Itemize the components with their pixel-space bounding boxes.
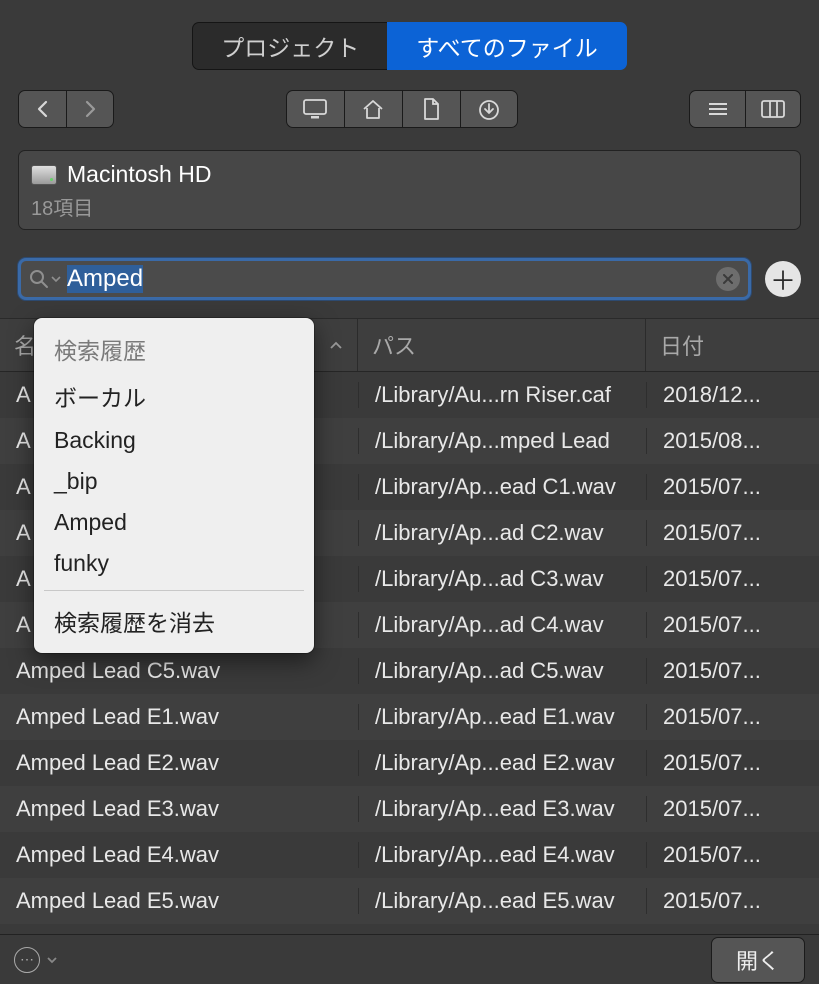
table-row[interactable]: Amped Lead E2.wav/Library/Ap...ead E2.wa… [0, 740, 819, 786]
search-menu-button[interactable] [29, 269, 61, 289]
chevron-down-icon [46, 955, 58, 965]
list-icon [706, 100, 730, 118]
search-input[interactable] [61, 265, 716, 293]
cell-date: 2015/07... [646, 704, 819, 730]
item-count: 18項目 [31, 192, 788, 221]
history-item[interactable]: funky [34, 543, 314, 584]
computer-button[interactable] [286, 90, 344, 128]
scope-tabs: プロジェクト すべてのファイル [0, 0, 819, 84]
chevron-left-icon [36, 100, 50, 118]
forward-button[interactable] [66, 90, 114, 128]
home-button[interactable] [344, 90, 402, 128]
back-button[interactable] [18, 90, 66, 128]
cell-path: /Library/Ap...ead E1.wav [358, 704, 646, 730]
location-title: Macintosh HD [67, 161, 211, 188]
actions-menu-button[interactable]: ⋯ [14, 947, 40, 973]
search-history-dropdown: 検索履歴 ボーカルBacking_bipAmpedfunky 検索履歴を消去 [34, 318, 314, 653]
cell-path: /Library/Ap...ead E3.wav [358, 796, 646, 822]
cell-path: /Library/Ap...ad C5.wav [358, 658, 646, 684]
chevron-right-icon [83, 100, 97, 118]
history-item[interactable]: _bip [34, 461, 314, 502]
table-row[interactable]: Amped Lead C5.wav/Library/Ap...ad C5.wav… [0, 648, 819, 694]
open-button[interactable]: 開く [711, 937, 805, 983]
cell-path: /Library/Ap...ad C4.wav [358, 612, 646, 638]
table-row[interactable]: Amped Lead E3.wav/Library/Ap...ead E3.wa… [0, 786, 819, 832]
clear-history-item[interactable]: 検索履歴を消去 [34, 597, 314, 645]
document-icon [421, 97, 441, 121]
toolbar [0, 84, 819, 140]
table-row[interactable]: Amped Lead E4.wav/Library/Ap...ead E4.wa… [0, 832, 819, 878]
cell-path: /Library/Ap...ead E4.wav [358, 842, 646, 868]
cell-path: /Library/Ap...ad C2.wav [358, 520, 646, 546]
clear-search-button[interactable] [716, 267, 740, 291]
tab-project[interactable]: プロジェクト [192, 22, 387, 70]
cell-path: /Library/Au...rn Riser.caf [358, 382, 646, 408]
location-bar: Macintosh HD 18項目 [18, 150, 801, 230]
cell-path: /Library/Ap...ead C1.wav [358, 474, 646, 500]
cell-date: 2015/07... [646, 474, 819, 500]
separator [44, 590, 304, 591]
cell-date: 2015/07... [646, 612, 819, 638]
tab-all-files[interactable]: すべてのファイル [387, 22, 626, 70]
cell-path: /Library/Ap...ad C3.wav [358, 566, 646, 592]
x-icon [723, 274, 733, 284]
cell-path: /Library/Ap...mped Lead [358, 428, 646, 454]
cell-date: 2015/07... [646, 658, 819, 684]
column-header-name-label: 名 [14, 329, 36, 361]
table-row[interactable]: Amped Lead E5.wav/Library/Ap...ead E5.wa… [0, 878, 819, 924]
list-view-button[interactable] [689, 90, 745, 128]
history-item[interactable]: Backing [34, 420, 314, 461]
add-button[interactable]: ＋ [765, 261, 801, 297]
cell-date: 2015/07... [646, 796, 819, 822]
column-header-path[interactable]: パス [358, 319, 646, 371]
cell-date: 2018/12... [646, 382, 819, 408]
history-item[interactable]: ボーカル [34, 372, 314, 420]
ellipsis-icon: ⋯ [20, 951, 34, 968]
cell-date: 2015/07... [646, 566, 819, 592]
cell-name: Amped Lead C5.wav [0, 658, 358, 684]
table-row[interactable]: Amped Lead E1.wav/Library/Ap...ead E1.wa… [0, 694, 819, 740]
chevron-down-icon [51, 275, 61, 283]
monitor-icon [302, 98, 328, 120]
plus-icon: ＋ [770, 261, 796, 298]
cell-date: 2015/07... [646, 520, 819, 546]
cell-name: Amped Lead E1.wav [0, 704, 358, 730]
bookmarks-button[interactable] [460, 90, 518, 128]
cell-name: Amped Lead E5.wav [0, 888, 358, 914]
dropdown-heading: 検索履歴 [34, 326, 314, 372]
cell-name: Amped Lead E2.wav [0, 750, 358, 776]
project-folder-button[interactable] [402, 90, 460, 128]
footer: ⋯ 開く [0, 934, 819, 984]
cell-path: /Library/Ap...ead E2.wav [358, 750, 646, 776]
cell-date: 2015/07... [646, 842, 819, 868]
download-icon [476, 97, 502, 121]
cell-date: 2015/07... [646, 888, 819, 914]
home-icon [361, 98, 385, 120]
column-header-date[interactable]: 日付 [646, 319, 819, 371]
sort-asc-icon [329, 340, 343, 350]
cell-path: /Library/Ap...ead E5.wav [358, 888, 646, 914]
search-box[interactable] [18, 258, 751, 300]
cell-date: 2015/08... [646, 428, 819, 454]
history-item[interactable]: Amped [34, 502, 314, 543]
search-icon [29, 269, 49, 289]
columns-icon [760, 99, 786, 119]
cell-name: Amped Lead E4.wav [0, 842, 358, 868]
cell-date: 2015/07... [646, 750, 819, 776]
column-view-button[interactable] [745, 90, 801, 128]
hard-drive-icon [31, 165, 57, 185]
cell-name: Amped Lead E3.wav [0, 796, 358, 822]
